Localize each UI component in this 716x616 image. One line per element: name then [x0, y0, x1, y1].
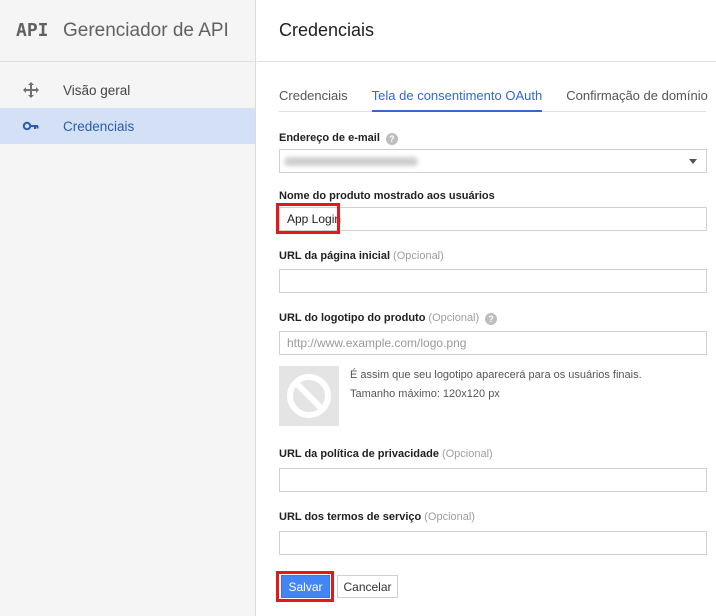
move-icon	[21, 80, 41, 100]
chevron-down-icon	[689, 159, 697, 164]
sidebar-item-label: Credenciais	[63, 118, 135, 134]
homepage-url-input[interactable]	[279, 269, 707, 293]
sidebar-item-label: Visão geral	[63, 82, 131, 98]
key-icon	[21, 116, 41, 136]
terms-url-label-text: URL dos termos de serviço	[279, 511, 422, 523]
logo-note-line2: Tamanho máximo: 120x120 px	[350, 388, 500, 400]
sidebar: API Gerenciador de API Visão geral Crede…	[0, 0, 256, 616]
sidebar-item-overview[interactable]: Visão geral	[0, 72, 255, 108]
logo-url-label-text: URL do logotipo do produto	[279, 312, 426, 324]
privacy-url-label-text: URL da política de privacidade	[279, 448, 439, 460]
tab-bar: Credenciais Tela de consentimento OAuth …	[279, 82, 708, 112]
help-icon[interactable]: ?	[385, 133, 398, 145]
tab-oauth-consent[interactable]: Tela de consentimento OAuth	[371, 82, 543, 112]
email-select[interactable]	[279, 149, 707, 173]
tab-credentials[interactable]: Credenciais	[279, 82, 348, 112]
product-name-input[interactable]: App Login	[279, 207, 707, 231]
app-name: Gerenciador de API	[63, 19, 229, 41]
cancel-button[interactable]: Cancelar	[337, 575, 398, 598]
email-label: Endereço de e-mail?	[279, 132, 398, 145]
tab-domain-verification[interactable]: Confirmação de domínio	[566, 82, 708, 112]
optional-tag: (Opcional)	[424, 511, 475, 523]
sidebar-nav: Visão geral Credenciais	[0, 72, 255, 144]
privacy-url-label: URL da política de privacidade (Opcional)	[279, 448, 493, 460]
brand-bar: API Gerenciador de API	[0, 0, 255, 62]
product-name-label: Nome do produto mostrado aos usuários	[279, 190, 495, 202]
optional-tag: (Opcional)	[441, 448, 493, 460]
help-icon[interactable]: ?	[485, 313, 498, 325]
logo-url-input[interactable]: http://www.example.com/logo.png	[279, 331, 707, 355]
logo-placeholder-image	[279, 366, 339, 426]
logo-note-line1: É assim que seu logotipo aparecerá para …	[350, 369, 642, 381]
api-logo: API	[16, 20, 49, 41]
highlight-box	[276, 203, 340, 234]
logo-note: É assim que seu logotipo aparecerá para …	[350, 366, 642, 404]
email-label-text: Endereço de e-mail	[279, 132, 380, 144]
page-title: Credenciais	[279, 20, 375, 40]
highlight-box	[276, 571, 334, 602]
optional-tag: (Opcional)	[393, 250, 444, 262]
optional-tag: (Opcional)	[428, 312, 480, 324]
redacted-email	[284, 156, 418, 166]
homepage-label-text: URL da página inicial	[279, 250, 391, 262]
no-image-icon	[287, 374, 331, 418]
homepage-label: URL da página inicial (Opcional)	[279, 250, 444, 262]
terms-url-label: URL dos termos de serviço (Opcional)	[279, 511, 475, 523]
logo-url-label: URL do logotipo do produto (Opcional)?	[279, 312, 498, 325]
terms-url-input[interactable]	[279, 531, 707, 555]
privacy-url-input[interactable]	[279, 468, 707, 492]
logo-url-placeholder: http://www.example.com/logo.png	[287, 336, 467, 350]
sidebar-item-credentials[interactable]: Credenciais	[0, 108, 255, 144]
page-header: Credenciais	[257, 0, 716, 62]
